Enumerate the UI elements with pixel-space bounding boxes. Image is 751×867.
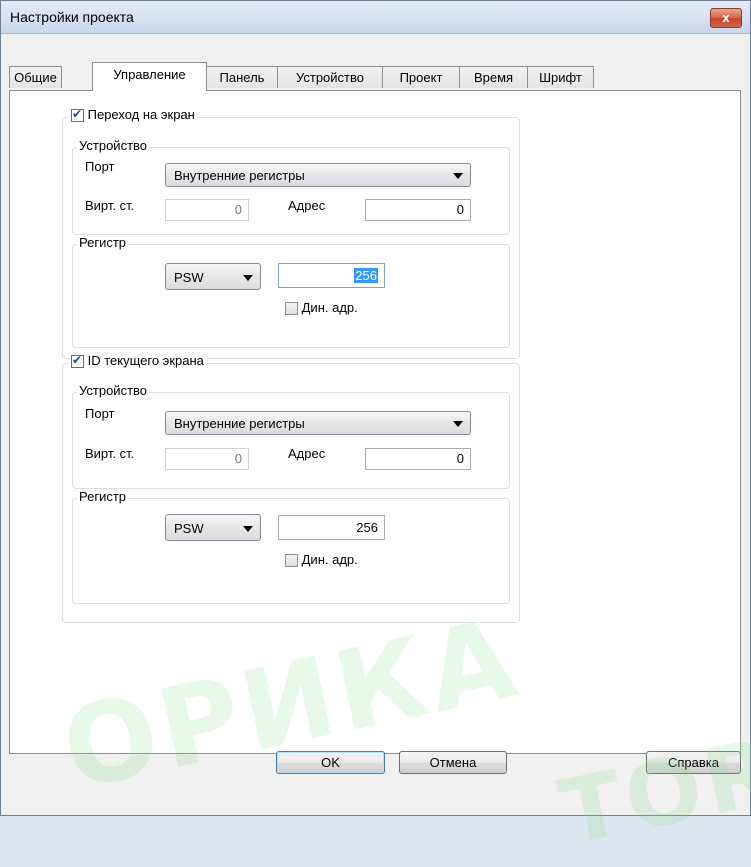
port-value: Внутренние регистры — [174, 168, 305, 183]
cancel-label: Отмена — [429, 755, 477, 770]
help-label: Справка — [668, 755, 719, 770]
address-label: Адрес — [288, 198, 326, 213]
port-value: Внутренние регистры — [174, 416, 305, 431]
tab-general[interactable]: Общие — [9, 66, 62, 88]
current-screen-id-group: ID текущего экрана Устройство Порт Внутр… — [62, 353, 520, 623]
screen-transition-group: Переход на экран Устройство Порт Внутрен… — [62, 107, 520, 359]
chevron-down-icon — [243, 275, 253, 281]
register-type-value: PSW — [174, 521, 204, 536]
chevron-down-icon — [453, 173, 463, 179]
register-address-field[interactable]: 256 — [278, 263, 385, 288]
tab-panel-control: Переход на экран Устройство Порт Внутрен… — [9, 90, 741, 754]
checkbox-label: ID текущего экрана — [87, 353, 204, 368]
tab-label: Проект — [399, 70, 443, 85]
address-field[interactable]: 0 — [365, 199, 471, 221]
help-button[interactable]: Справка — [646, 751, 741, 774]
checkbox-icon — [285, 302, 298, 316]
current-screen-id-checkbox[interactable]: ID текущего экрана — [69, 353, 206, 369]
checkbox-icon — [285, 554, 298, 568]
port-select[interactable]: Внутренние регистры — [165, 163, 471, 187]
virt-station-label: Вирт. ст. — [85, 446, 135, 461]
ok-label: OK — [321, 755, 340, 770]
register-group: Регистр PSW 256 Дин. адр. — [72, 489, 510, 604]
tab-label: Устройство — [295, 70, 364, 85]
screen-transition-checkbox[interactable]: Переход на экран — [69, 107, 197, 123]
register-address-value: 256 — [354, 268, 378, 283]
port-label: Порт — [85, 159, 115, 174]
checkbox-label: Дин. адр. — [301, 552, 358, 567]
device-group-label: Устройство — [77, 138, 150, 153]
register-group-label: Регистр — [77, 489, 129, 504]
tab-label: Общие — [14, 70, 57, 85]
dynamic-address-checkbox[interactable]: Дин. адр. — [285, 552, 358, 568]
cancel-button[interactable]: Отмена — [399, 751, 507, 774]
address-label: Адрес — [288, 446, 326, 461]
checkbox-label: Переход на экран — [87, 107, 195, 122]
address-value: 0 — [456, 451, 464, 466]
tab-label: Управление — [113, 67, 186, 82]
chevron-down-icon — [453, 421, 463, 427]
register-type-select[interactable]: PSW — [165, 514, 261, 541]
tab-label: Время — [473, 70, 514, 85]
device-group: Устройство Порт Внутренние регистры Вирт… — [72, 138, 510, 235]
tab-font[interactable]: Шрифт — [527, 66, 594, 88]
tab-panel[interactable]: Панель — [206, 66, 278, 88]
virt-station-value: 0 — [234, 202, 242, 217]
checkbox-icon — [71, 107, 84, 123]
close-button[interactable]: x — [710, 8, 742, 28]
virt-station-field[interactable]: 0 — [165, 199, 249, 221]
virt-station-label: Вирт. ст. — [85, 198, 135, 213]
dynamic-address-checkbox[interactable]: Дин. адр. — [285, 300, 358, 316]
register-address-value: 256 — [356, 520, 378, 535]
project-settings-dialog: Настройки проекта x Общие Управление Пан… — [0, 0, 751, 816]
address-field[interactable]: 0 — [365, 448, 471, 470]
tab-label: Шрифт — [539, 70, 582, 85]
register-type-value: PSW — [174, 270, 204, 285]
title-bar[interactable]: Настройки проекта x — [1, 1, 750, 34]
register-group-label: Регистр — [77, 235, 129, 250]
register-address-field[interactable]: 256 — [278, 515, 385, 540]
virt-station-value: 0 — [234, 451, 242, 466]
register-group: Регистр PSW 256 Дин. адр. — [72, 235, 510, 348]
checkbox-icon — [71, 353, 84, 369]
device-group-label: Устройство — [77, 383, 150, 398]
window-title: Настройки проекта — [10, 9, 134, 25]
port-select[interactable]: Внутренние регистры — [165, 411, 471, 435]
register-type-select[interactable]: PSW — [165, 263, 261, 290]
checkbox-label: Дин. адр. — [301, 300, 358, 315]
tab-device[interactable]: Устройство — [277, 66, 383, 88]
ok-button[interactable]: OK — [276, 751, 385, 774]
device-group: Устройство Порт Внутренние регистры Вирт… — [72, 383, 510, 489]
dialog-client: Общие Управление Панель Устройство Проек… — [1, 34, 750, 815]
address-value: 0 — [456, 202, 464, 217]
port-label: Порт — [85, 406, 115, 421]
close-icon: x — [722, 10, 730, 25]
tab-label: Панель — [219, 70, 265, 85]
tab-control[interactable]: Управление — [92, 62, 207, 91]
tab-time[interactable]: Время — [459, 66, 528, 88]
tab-project[interactable]: Проект — [382, 66, 460, 88]
chevron-down-icon — [243, 526, 253, 532]
virt-station-field[interactable]: 0 — [165, 448, 249, 470]
